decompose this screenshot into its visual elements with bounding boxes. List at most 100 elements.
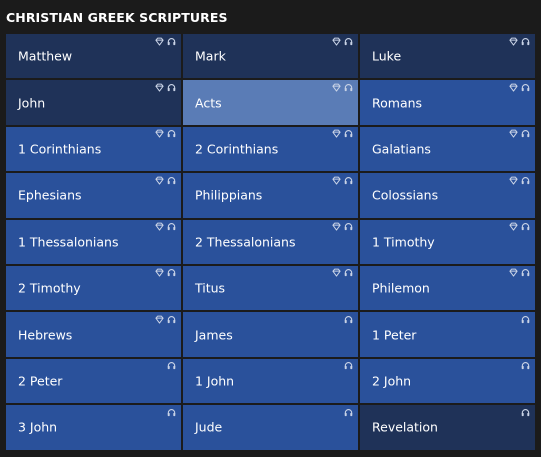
book-tile-hebrews[interactable]: Hebrews [5, 311, 182, 358]
book-label: John [18, 95, 46, 111]
diamond-icon [332, 268, 341, 278]
headphones-icon [521, 268, 530, 277]
availability-icons [332, 36, 353, 46]
availability-icons [344, 407, 353, 417]
headphones-icon [521, 176, 530, 185]
diamond-icon [509, 268, 518, 278]
headphones-icon [521, 222, 530, 231]
availability-icons [509, 36, 530, 46]
diamond-icon [155, 268, 164, 278]
headphones-icon [344, 361, 353, 370]
book-label: 1 Peter [372, 327, 417, 343]
book-grid: Matthew Mark Luke John Acts Romans 1 Corinthia… [5, 33, 536, 451]
book-tile-colossians[interactable]: Colossians [359, 172, 536, 219]
book-label: Revelation [372, 419, 438, 435]
book-label: 2 Peter [18, 373, 63, 389]
book-tile-acts[interactable]: Acts [182, 79, 359, 126]
book-label: Colossians [372, 187, 439, 203]
headphones-icon [344, 222, 353, 231]
book-tile-2-corinthians[interactable]: 2 Corinthians [182, 125, 359, 173]
headphones-icon [521, 37, 530, 46]
book-tile-1-thessalonians[interactable]: 1 Thessalonians [5, 218, 182, 265]
diamond-icon [332, 176, 341, 185]
availability-icons [155, 268, 176, 278]
book-tile-2-john[interactable]: 2 John [359, 357, 536, 405]
book-label: Luke [372, 48, 402, 64]
availability-icons [155, 82, 176, 92]
headphones-icon [167, 268, 176, 277]
book-tile-john[interactable]: John [5, 79, 182, 126]
book-label: 1 Timothy [372, 234, 435, 250]
book-tile-jude[interactable]: Jude [182, 404, 359, 451]
book-tile-romans[interactable]: Romans [359, 79, 536, 126]
book-tile-philemon[interactable]: Philemon [359, 264, 536, 312]
book-label: Mark [195, 48, 226, 64]
headphones-icon [167, 315, 176, 324]
section-title: CHRISTIAN GREEK SCRIPTURES [6, 10, 228, 25]
availability-icons [332, 82, 353, 92]
book-tile-mark[interactable]: Mark [182, 33, 359, 80]
headphones-icon [167, 408, 176, 417]
book-label: 1 Corinthians [18, 141, 102, 157]
availability-icons [155, 129, 176, 139]
book-tile-revelation[interactable]: Revelation [359, 404, 536, 451]
availability-icons [509, 222, 530, 232]
book-label: 2 John [372, 373, 412, 389]
book-tile-2-timothy[interactable]: 2 Timothy [5, 264, 182, 312]
diamond-icon [509, 37, 518, 46]
headphones-icon [521, 361, 530, 370]
book-tile-philippians[interactable]: Philippians [182, 172, 359, 219]
book-tile-luke[interactable]: Luke [359, 33, 536, 80]
availability-icons [155, 175, 176, 185]
book-tile-2-peter[interactable]: 2 Peter [5, 357, 182, 405]
book-label: 1 Thessalonians [18, 234, 119, 250]
diamond-icon [332, 37, 341, 46]
headphones-icon [344, 315, 353, 324]
availability-icons [332, 129, 353, 139]
diamond-icon [155, 37, 164, 46]
availability-icons [332, 175, 353, 185]
book-tile-3-john[interactable]: 3 John [5, 404, 182, 451]
diamond-icon [155, 176, 164, 185]
book-tile-2-thessalonians[interactable]: 2 Thessalonians [182, 218, 359, 265]
diamond-icon [509, 129, 518, 138]
book-label: Matthew [18, 48, 73, 64]
book-label: 2 Timothy [18, 280, 81, 296]
availability-icons [155, 222, 176, 232]
book-label: Jude [195, 419, 223, 435]
availability-icons [509, 129, 530, 139]
headphones-icon [521, 315, 530, 324]
availability-icons [332, 222, 353, 232]
headphones-icon [521, 129, 530, 138]
book-tile-james[interactable]: James [182, 311, 359, 358]
diamond-icon [155, 129, 164, 138]
availability-icons [521, 407, 530, 417]
book-label: 3 John [18, 419, 58, 435]
diamond-icon [155, 83, 164, 92]
book-label: 2 Thessalonians [195, 234, 296, 250]
book-label: 1 John [195, 373, 235, 389]
book-tile-titus[interactable]: Titus [182, 264, 359, 312]
diamond-icon [332, 83, 341, 92]
availability-icons [155, 36, 176, 46]
book-tile-1-timothy[interactable]: 1 Timothy [359, 218, 536, 265]
headphones-icon [167, 129, 176, 138]
headphones-icon [167, 176, 176, 185]
book-tile-galatians[interactable]: Galatians [359, 125, 536, 173]
availability-icons [155, 314, 176, 324]
headphones-icon [521, 408, 530, 417]
book-tile-ephesians[interactable]: Ephesians [5, 172, 182, 219]
book-tile-1-corinthians[interactable]: 1 Corinthians [5, 125, 182, 173]
book-tile-1-peter[interactable]: 1 Peter [359, 311, 536, 358]
book-label: 2 Corinthians [195, 141, 279, 157]
headphones-icon [167, 83, 176, 92]
book-tile-1-john[interactable]: 1 John [182, 357, 359, 405]
diamond-icon [509, 83, 518, 92]
book-label: James [195, 327, 233, 343]
diamond-icon [332, 129, 341, 138]
diamond-icon [155, 222, 164, 231]
headphones-icon [344, 129, 353, 138]
book-label: Acts [195, 95, 222, 111]
availability-icons [521, 361, 530, 371]
book-tile-matthew[interactable]: Matthew [5, 33, 182, 80]
